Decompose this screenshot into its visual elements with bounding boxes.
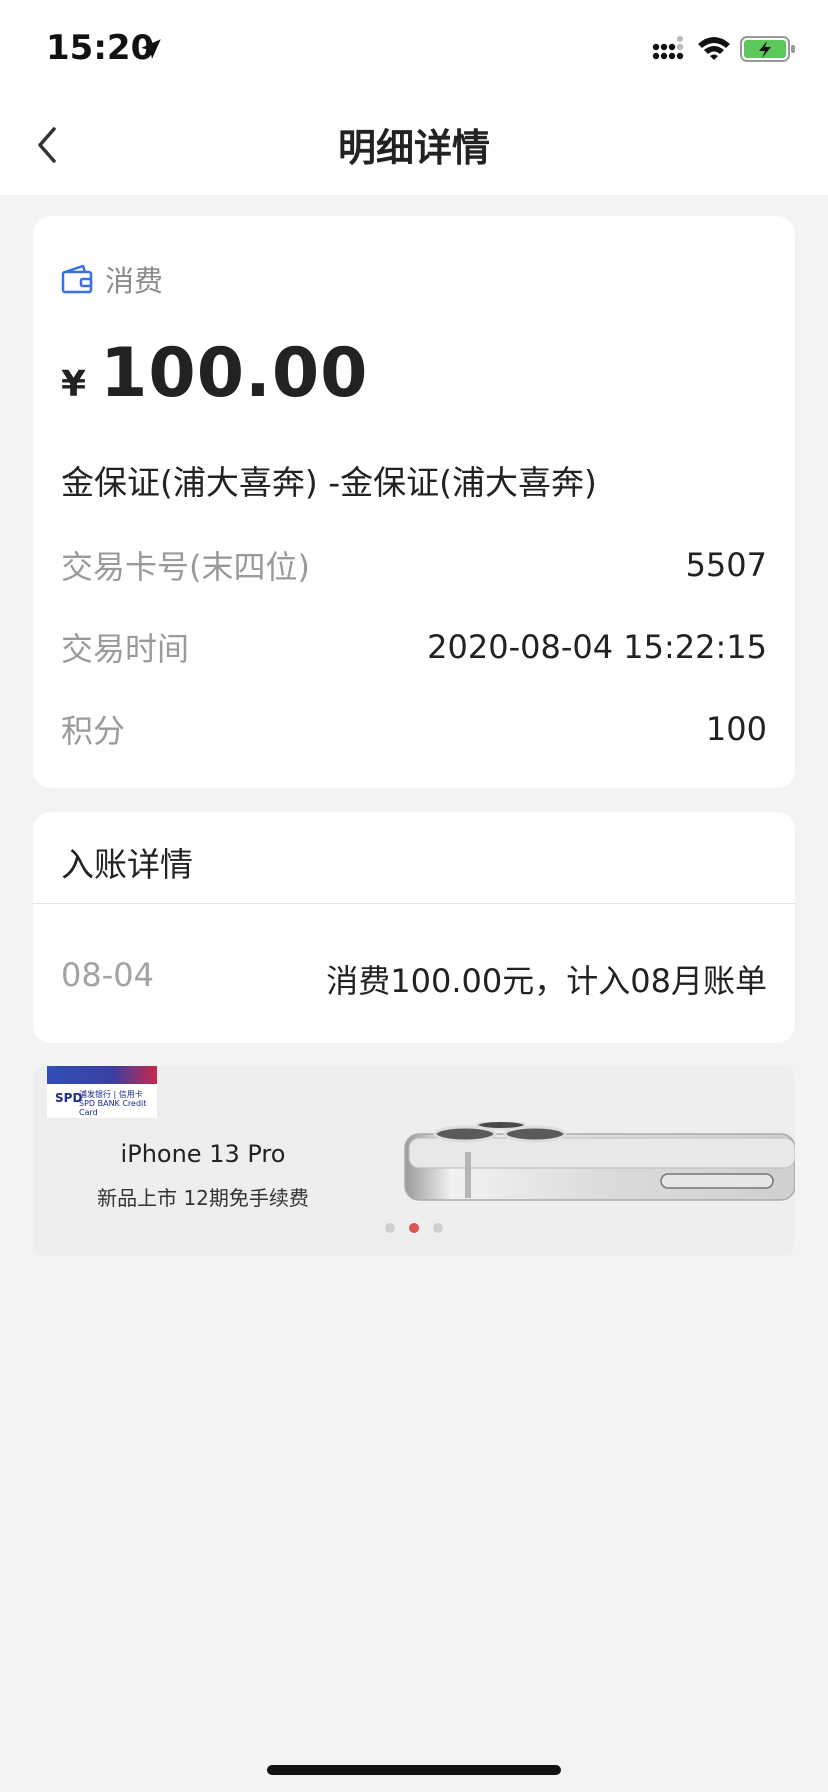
points-label: 积分 — [61, 712, 126, 750]
transaction-time-value: 2020-08-04 15:22:15 — [427, 628, 767, 666]
points-value: 100 — [705, 710, 767, 748]
amount: ¥ 100.00 — [61, 334, 368, 413]
card-number-label: 交易卡号(末四位) — [61, 548, 310, 586]
location-arrow-icon — [141, 39, 161, 59]
posting-details-title: 入账详情 — [61, 845, 193, 884]
divider — [33, 903, 795, 904]
wallet-icon — [61, 264, 93, 294]
posting-date: 08-04 — [61, 956, 154, 994]
promo-banner[interactable]: SPD 浦发银行 | 信用卡 SPD BANK Credit Card iPho… — [33, 1066, 795, 1256]
posting-details-card: 入账详情 08-04 消费100.00元，计入08月账单 — [33, 812, 795, 1043]
transaction-time-row: 交易时间 2020-08-04 15:22:15 — [61, 624, 767, 670]
carousel-dot[interactable] — [433, 1223, 443, 1233]
page-title: 明细详情 — [337, 126, 490, 170]
iphone-image — [404, 1122, 795, 1201]
bank-logo-text: 浦发银行 | 信用卡 SPD BANK Credit Card — [79, 1090, 147, 1117]
bank-logo: SPD 浦发银行 | 信用卡 SPD BANK Credit Card — [47, 1066, 157, 1118]
carousel-indicator — [33, 1223, 795, 1233]
cellular-signal-icon — [652, 36, 684, 60]
nav-bar: 明细详情 — [0, 95, 828, 195]
transaction-card: 消费 ¥ 100.00 金保证(浦大喜奔) -金保证(浦大喜奔) 交易卡号(末四… — [33, 216, 795, 788]
merchant-name: 金保证(浦大喜奔) -金保证(浦大喜奔) — [61, 463, 597, 502]
carousel-dot[interactable] — [385, 1223, 395, 1233]
promo-subtitle: 新品上市 12期免手续费 — [97, 1186, 309, 1210]
points-row: 积分 100 — [61, 706, 767, 752]
currency-symbol: ¥ — [61, 364, 87, 405]
amount-value: 100.00 — [100, 334, 369, 413]
status-bar: 15:20 — [0, 0, 828, 95]
category-label: 消费 — [105, 264, 164, 298]
bank-logo-stripe — [47, 1066, 157, 1084]
card-number-value: 5507 — [685, 546, 767, 584]
card-number-row: 交易卡号(末四位) 5507 — [61, 542, 767, 588]
home-indicator[interactable] — [267, 1765, 561, 1775]
battery-charging-icon — [740, 36, 795, 62]
promo-title: iPhone 13 Pro — [120, 1140, 286, 1168]
wifi-icon — [698, 37, 730, 60]
transaction-category: 消费 — [61, 258, 163, 300]
carousel-dot-active[interactable] — [409, 1223, 419, 1233]
transaction-time-label: 交易时间 — [61, 630, 190, 668]
posting-description: 消费100.00元，计入08月账单 — [326, 962, 767, 1000]
